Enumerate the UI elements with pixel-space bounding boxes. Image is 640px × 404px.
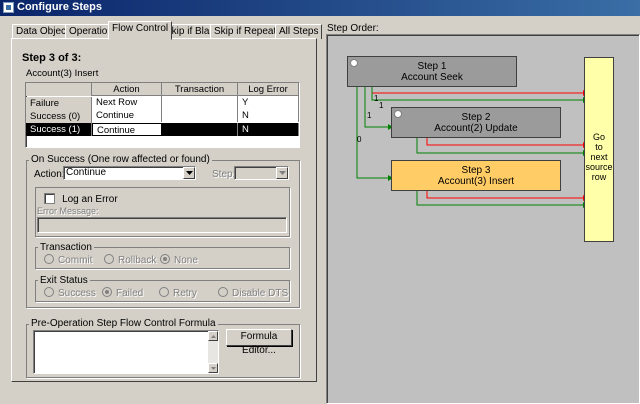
radio-retry-label: Retry [173, 288, 197, 299]
step-title: Step 3 of 3: [22, 52, 82, 64]
dropdown-button[interactable] [276, 167, 288, 179]
radio-none-label: None [174, 255, 198, 266]
app-icon [3, 2, 14, 13]
chevron-down-icon [279, 171, 286, 175]
action-label: Action: [34, 169, 65, 180]
radio-icon [44, 254, 54, 264]
scrollbar[interactable] [208, 331, 218, 373]
step-node-2[interactable]: Step 2 Account(2) Update [391, 107, 561, 138]
grid-cell-transaction[interactable] [162, 109, 238, 122]
transaction-label: Transaction [38, 242, 94, 253]
radio-retry[interactable]: Retry [159, 287, 197, 299]
title-bar: Configure Steps [0, 0, 640, 16]
step-node-detail: Account(3) Insert [437, 176, 515, 187]
edge-label: 1 [367, 111, 372, 120]
checkbox-box [44, 193, 55, 204]
grid-header-transaction[interactable]: Transaction [162, 83, 238, 96]
step-node-detail: Account(2) Update [434, 123, 518, 134]
formula-textarea[interactable] [33, 330, 219, 374]
step-node-3[interactable]: Step 3 Account(3) Insert [391, 160, 561, 191]
flow-grid[interactable]: Action Transaction Log Error Failure Nex… [25, 82, 300, 148]
log-error-label: Log an Error [62, 194, 118, 205]
formula-editor-button[interactable]: Formula Editor... [226, 329, 292, 356]
step-dropdown[interactable] [234, 166, 289, 180]
on-success-label: On Success (One row affected or found) [29, 154, 212, 165]
radio-disable-dts[interactable]: Disable DTS [218, 287, 288, 299]
radio-rollback[interactable]: Rollback [104, 254, 156, 266]
grid-cell-log-error[interactable]: N [238, 109, 299, 122]
grid-cell-action-selected[interactable]: Continue [92, 123, 162, 136]
radio-success[interactable]: Success [44, 287, 96, 299]
radio-disable-dts-label: Disable DTS [232, 288, 289, 299]
grid-row-label[interactable]: Failure [26, 97, 92, 110]
dropdown-button[interactable] [183, 167, 195, 179]
scroll-down-button[interactable] [208, 363, 218, 373]
grid-cell-transaction[interactable] [162, 96, 238, 109]
radio-success-label: Success [58, 288, 96, 299]
grid-cell-log-error-selected[interactable]: N [238, 123, 299, 136]
edge-label: 1 [379, 101, 384, 110]
step-order-canvas[interactable]: 1 1 1 0 Step 1 Account Seek Step 2 Accou… [326, 34, 640, 404]
scroll-up-button[interactable] [208, 331, 218, 341]
grid-row-label[interactable]: Success (0) [26, 110, 92, 123]
grid-cell-transaction-selected[interactable] [162, 123, 238, 136]
step-icon [350, 59, 358, 67]
tab-flow-control[interactable]: Flow Control [108, 21, 173, 40]
grid-cell-action[interactable]: Next Row [92, 96, 162, 109]
radio-icon [160, 254, 170, 264]
grid-header-action[interactable]: Action [92, 83, 162, 96]
radio-failed[interactable]: Failed [102, 287, 143, 299]
step-node-name: Step 1 [417, 61, 447, 72]
edge-failure [371, 87, 583, 94]
radio-commit-label: Commit [58, 255, 93, 266]
radio-rollback-label: Rollback [118, 255, 157, 266]
error-message-label: Error Message: [37, 206, 99, 216]
radio-icon [102, 287, 112, 297]
radio-icon [159, 287, 169, 297]
step-node-detail: Account Seek [401, 72, 463, 83]
arrow-down-icon [211, 367, 216, 370]
tab-all-steps[interactable]: All Steps [275, 24, 323, 39]
edge-label: 0 [357, 135, 362, 144]
step-node-name: Step 3 [461, 165, 491, 176]
edge-failure [426, 191, 583, 199]
grid-row-label-selected[interactable]: Success (1) [26, 123, 92, 136]
grid-cell-log-error[interactable]: Y [238, 96, 299, 109]
grid-header-log-error[interactable]: Log Error [238, 83, 299, 96]
grid-corner [26, 83, 92, 96]
formula-label: Pre-Operation Step Flow Control Formula [29, 318, 218, 329]
radio-icon [218, 287, 228, 297]
step-order-label: Step Order: [327, 23, 379, 34]
action-dropdown[interactable]: Continue [63, 166, 196, 180]
grid-cell-action[interactable]: Continue [92, 109, 162, 122]
radio-icon [104, 254, 114, 264]
radio-none[interactable]: None [160, 254, 198, 266]
step-label: Step: [212, 169, 236, 180]
exit-status-label: Exit Status [38, 275, 90, 286]
edge-label: 1 [374, 94, 379, 103]
step-subtitle: Account(3) Insert [26, 68, 99, 79]
error-message-field[interactable] [37, 217, 287, 233]
edge-failure [426, 138, 583, 146]
step-node-name: Step 2 [461, 112, 491, 123]
step-node-1[interactable]: Step 1 Account Seek [347, 56, 517, 87]
action-dropdown-value: Continue [66, 167, 107, 178]
end-node-next-row[interactable]: Go to next source row [584, 57, 614, 242]
chevron-down-icon [186, 171, 193, 175]
window-title: Configure Steps [17, 1, 102, 13]
step-icon [394, 110, 402, 118]
radio-commit[interactable]: Commit [44, 254, 92, 266]
arrow-up-icon [211, 335, 216, 338]
log-error-checkbox[interactable]: Log an Error [44, 193, 121, 205]
radio-failed-label: Failed [116, 288, 144, 299]
radio-icon [44, 287, 54, 297]
